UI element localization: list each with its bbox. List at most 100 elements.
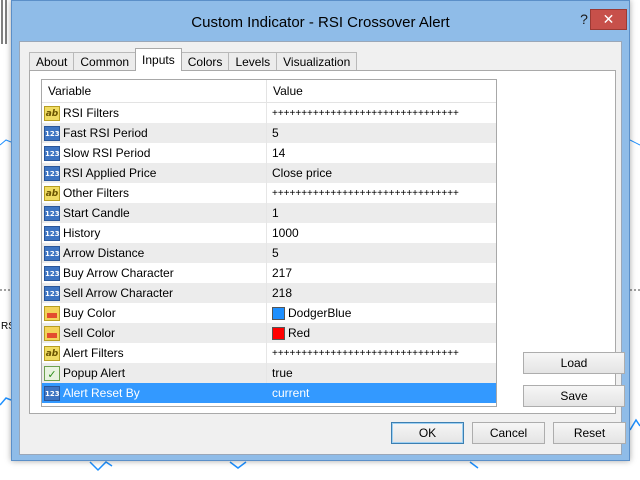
variable-cell[interactable]: ✓ Popup Alert bbox=[42, 363, 267, 383]
value-cell[interactable]: ++++++++++++++++++++++++++++++++ bbox=[267, 103, 496, 123]
variable-cell[interactable]: 123 Alert Reset By bbox=[42, 383, 267, 403]
variable-cell[interactable]: 123 Arrow Distance bbox=[42, 243, 267, 263]
value-text: ++++++++++++++++++++++++++++++++ bbox=[272, 107, 459, 119]
variable-cell[interactable]: 123 Start Candle bbox=[42, 203, 267, 223]
variable-cell[interactable]: ab Alert Filters bbox=[42, 343, 267, 363]
variable-name: Buy Arrow Character bbox=[63, 266, 174, 280]
variable-cell[interactable]: 123 RSI Applied Price bbox=[42, 163, 267, 183]
number-type-icon: 123 bbox=[44, 285, 60, 301]
tab-about[interactable]: About bbox=[29, 52, 75, 71]
table-row[interactable]: ab Alert Filters +++++++++++++++++++++++++… bbox=[42, 343, 496, 363]
color-swatch bbox=[272, 326, 285, 340]
table-row[interactable]: Sell Color Red bbox=[42, 323, 496, 343]
value-cell[interactable]: 1 bbox=[267, 203, 496, 223]
dialog-window: Custom Indicator - RSI Crossover Alert ?… bbox=[11, 0, 630, 461]
variable-name: Start Candle bbox=[63, 206, 130, 220]
number-type-icon: 123 bbox=[44, 265, 60, 281]
color-swatch bbox=[272, 306, 285, 320]
variable-cell[interactable]: 123 Fast RSI Period bbox=[42, 123, 267, 143]
value-cell[interactable]: 5 bbox=[267, 123, 496, 143]
value-cell[interactable]: 218 bbox=[267, 283, 496, 303]
tab-visualization[interactable]: Visualization bbox=[276, 52, 358, 71]
title-bar[interactable]: Custom Indicator - RSI Crossover Alert ?… bbox=[12, 1, 629, 41]
string-type-icon: ab bbox=[44, 345, 60, 361]
variable-cell[interactable]: 123 Buy Arrow Character bbox=[42, 263, 267, 283]
value-text: Close price bbox=[272, 166, 333, 180]
table-row[interactable]: ab Other Filters +++++++++++++++++++++++++… bbox=[42, 183, 496, 203]
variable-cell[interactable]: ab Other Filters bbox=[42, 183, 267, 203]
variable-name: Fast RSI Period bbox=[63, 126, 148, 140]
value-cell[interactable]: DodgerBlue bbox=[267, 303, 496, 323]
number-type-icon: 123 bbox=[44, 205, 60, 221]
table-row[interactable]: Buy Color DodgerBlue bbox=[42, 303, 496, 323]
variable-cell[interactable]: 123 Slow RSI Period bbox=[42, 143, 267, 163]
column-header-value[interactable]: Value bbox=[267, 80, 496, 102]
variable-name: Alert Filters bbox=[63, 346, 124, 360]
string-type-icon: ab bbox=[44, 185, 60, 201]
table-row[interactable]: 123 Arrow Distance 5 bbox=[42, 243, 496, 263]
tab-inputs[interactable]: Inputs bbox=[135, 48, 182, 71]
value-cell[interactable]: 1000 bbox=[267, 223, 496, 243]
number-type-icon: 123 bbox=[44, 145, 60, 161]
string-type-icon: ab bbox=[44, 105, 60, 121]
grid-rows: ab RSI Filters +++++++++++++++++++++++++++… bbox=[42, 103, 496, 403]
variable-name: History bbox=[63, 226, 101, 240]
variable-cell[interactable]: Sell Color bbox=[42, 323, 267, 343]
number-type-icon: 123 bbox=[44, 225, 60, 241]
table-row[interactable]: 123 Sell Arrow Character 218 bbox=[42, 283, 496, 303]
tab-levels[interactable]: Levels bbox=[228, 52, 278, 71]
variable-name: Alert Reset By bbox=[63, 386, 140, 400]
boolean-type-icon: ✓ bbox=[44, 365, 60, 381]
variable-name: Slow RSI Period bbox=[63, 146, 151, 160]
variable-name: Buy Color bbox=[63, 306, 116, 320]
variable-name: Popup Alert bbox=[63, 366, 126, 380]
tab-common[interactable]: Common bbox=[73, 52, 137, 71]
value-text: 218 bbox=[272, 286, 293, 300]
value-text: ++++++++++++++++++++++++++++++++ bbox=[272, 347, 459, 359]
table-row[interactable]: 123 RSI Applied Price Close price bbox=[42, 163, 496, 183]
variable-cell[interactable]: 123 Sell Arrow Character bbox=[42, 283, 267, 303]
value-cell[interactable]: true bbox=[267, 363, 496, 383]
value-cell[interactable]: ++++++++++++++++++++++++++++++++ bbox=[267, 343, 496, 363]
variable-cell[interactable]: Buy Color bbox=[42, 303, 267, 323]
value-cell[interactable]: Red bbox=[267, 323, 496, 343]
value-text: Red bbox=[288, 326, 311, 340]
table-row[interactable]: 123 Start Candle 1 bbox=[42, 203, 496, 223]
inputs-panel: Variable Value ab RSI Filters ++++++++++++… bbox=[29, 70, 625, 414]
column-header-variable[interactable]: Variable bbox=[42, 80, 267, 102]
close-button[interactable]: ✕ bbox=[590, 9, 627, 30]
load-button[interactable]: Load bbox=[523, 352, 625, 374]
color-type-icon bbox=[44, 325, 60, 341]
value-text: 1 bbox=[272, 206, 279, 220]
variable-name: RSI Filters bbox=[63, 106, 120, 120]
reset-button[interactable]: Reset bbox=[553, 422, 626, 444]
table-row[interactable]: ab RSI Filters +++++++++++++++++++++++++++… bbox=[42, 103, 496, 123]
value-cell[interactable]: 14 bbox=[267, 143, 496, 163]
value-text: 14 bbox=[272, 146, 286, 160]
table-row[interactable]: 123 Slow RSI Period 14 bbox=[42, 143, 496, 163]
value-text: 5 bbox=[272, 246, 279, 260]
value-text: ++++++++++++++++++++++++++++++++ bbox=[272, 187, 459, 199]
cancel-button[interactable]: Cancel bbox=[472, 422, 545, 444]
ok-button[interactable]: OK bbox=[391, 422, 464, 444]
value-cell[interactable]: 217 bbox=[267, 263, 496, 283]
table-row[interactable]: 123 Buy Arrow Character 217 bbox=[42, 263, 496, 283]
value-text: current bbox=[272, 386, 310, 400]
number-type-icon: 123 bbox=[44, 385, 60, 401]
variable-cell[interactable]: ab RSI Filters bbox=[42, 103, 267, 123]
table-row[interactable]: 123 Alert Reset By current bbox=[42, 383, 496, 403]
table-row[interactable]: 123 History 1000 bbox=[42, 223, 496, 243]
help-icon[interactable]: ? bbox=[578, 11, 590, 29]
value-cell[interactable]: ++++++++++++++++++++++++++++++++ bbox=[267, 183, 496, 203]
variable-cell[interactable]: 123 History bbox=[42, 223, 267, 243]
value-cell[interactable]: current bbox=[267, 383, 496, 403]
save-button[interactable]: Save bbox=[523, 385, 625, 407]
table-row[interactable]: 123 Fast RSI Period 5 bbox=[42, 123, 496, 143]
table-row[interactable]: ✓ Popup Alert true bbox=[42, 363, 496, 383]
variable-name: Arrow Distance bbox=[63, 246, 145, 260]
tab-colors[interactable]: Colors bbox=[180, 52, 230, 71]
value-cell[interactable]: 5 bbox=[267, 243, 496, 263]
grid-header: Variable Value bbox=[42, 80, 496, 103]
value-cell[interactable]: Close price bbox=[267, 163, 496, 183]
value-text: 217 bbox=[272, 266, 293, 280]
